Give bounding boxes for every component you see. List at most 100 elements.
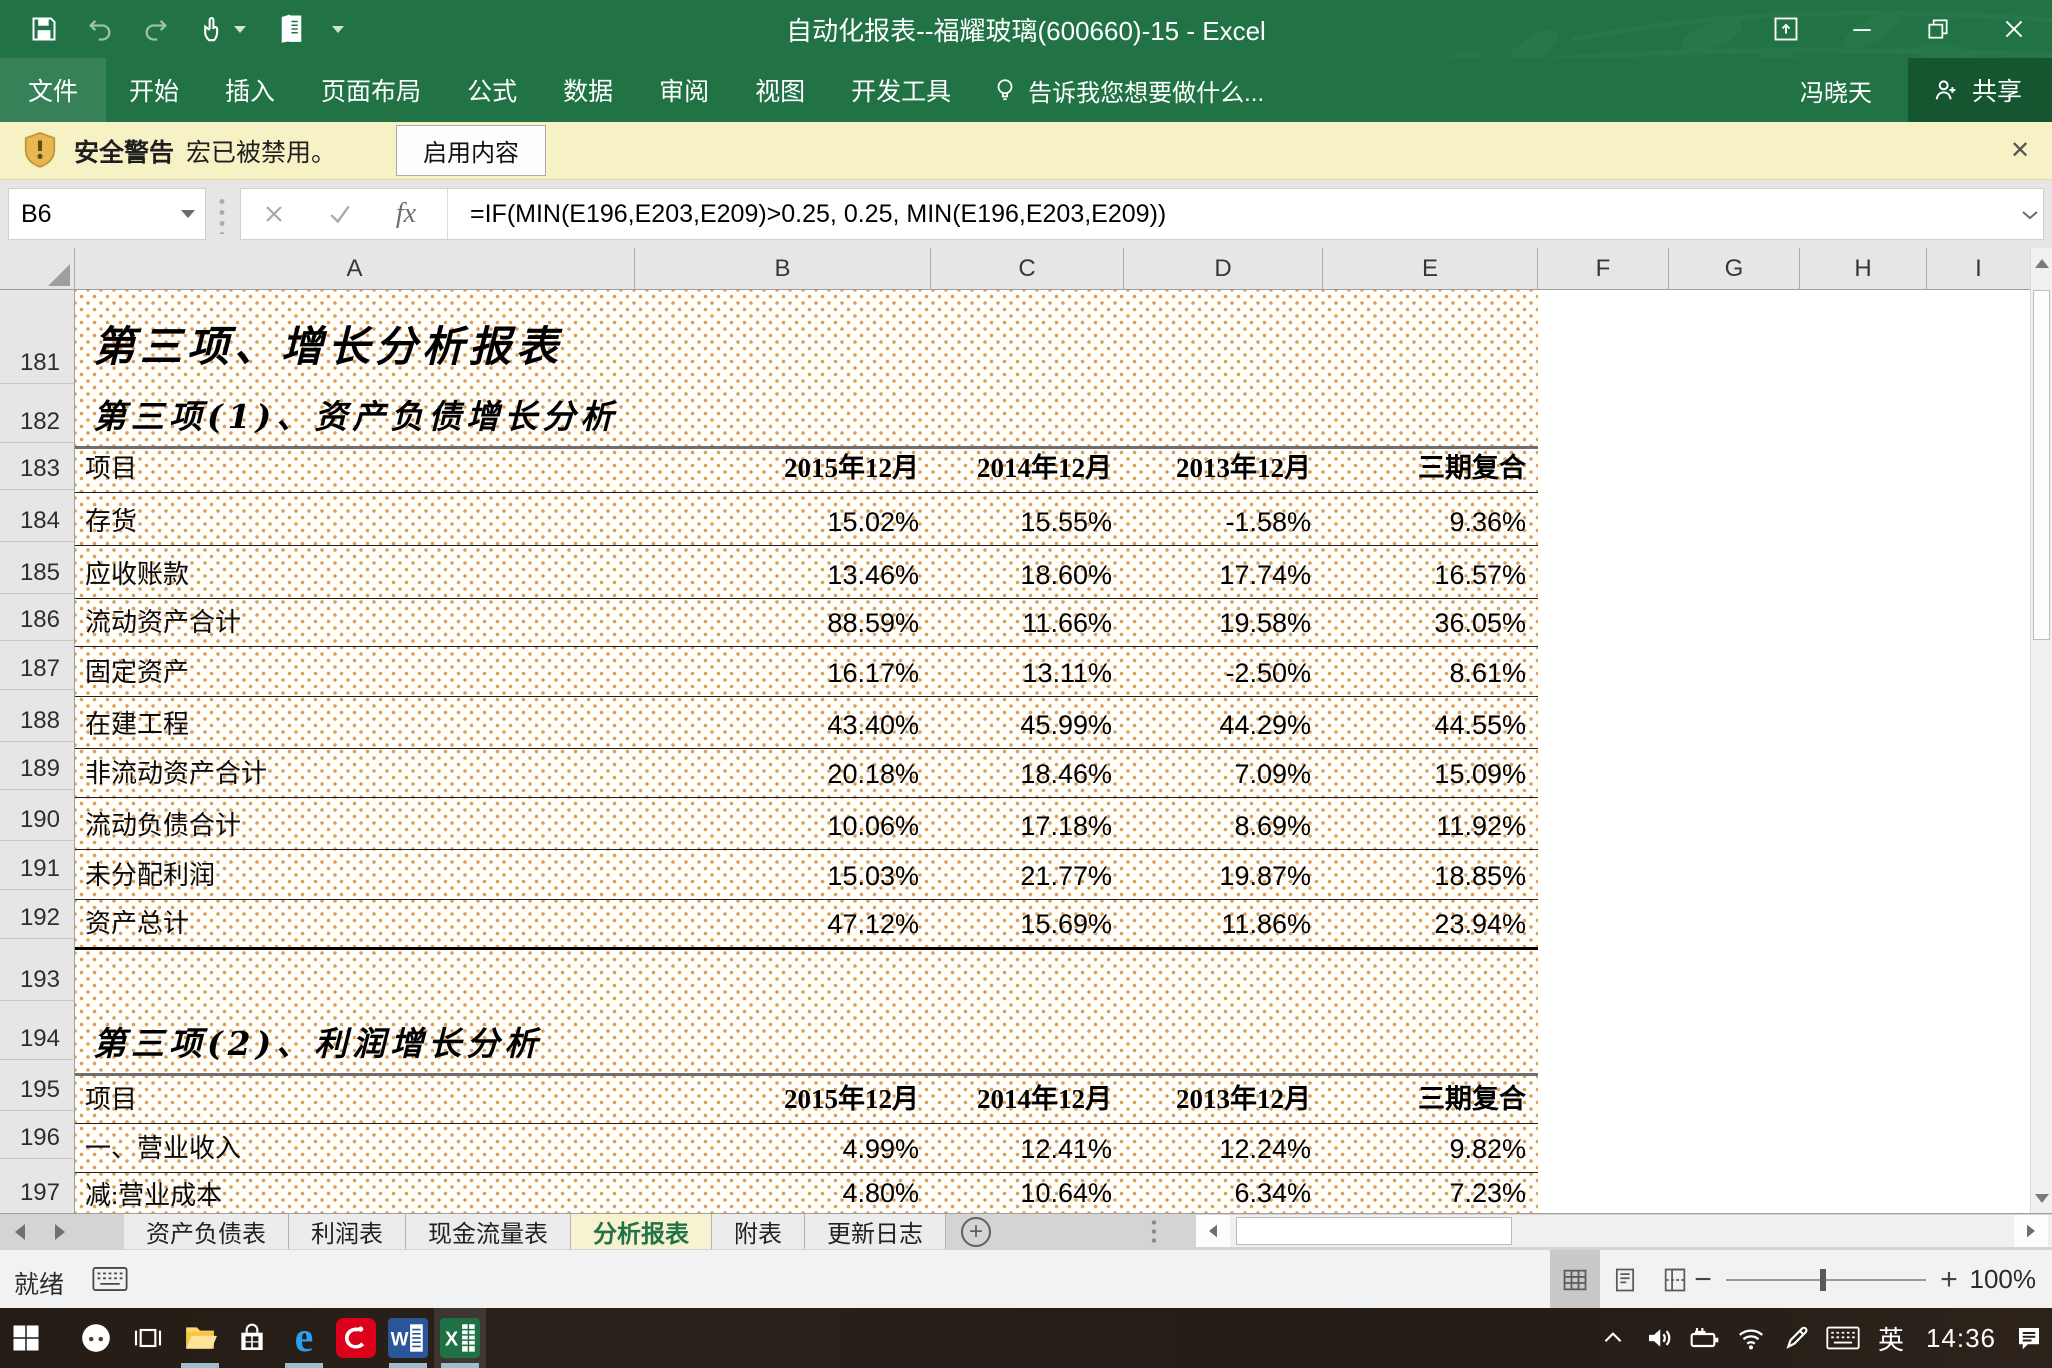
table-cell[interactable]: 20.18% xyxy=(635,749,931,797)
minimize-icon[interactable] xyxy=(1824,0,1900,58)
table-cell[interactable]: 88.59% xyxy=(635,599,931,646)
sheet-tab-balance[interactable]: 资产负债表 xyxy=(124,1214,289,1249)
column-header-a[interactable]: A xyxy=(75,248,635,290)
formula-text[interactable]: =IF(MIN(E196,E203,E209)>0.25, 0.25, MIN(… xyxy=(470,200,1166,229)
table-cell[interactable]: 资产总计 xyxy=(75,900,635,947)
row-header[interactable]: 195 xyxy=(0,1060,74,1110)
table-cell[interactable]: 2014年12月 xyxy=(931,449,1124,492)
table-cell[interactable]: 7.09% xyxy=(1124,749,1323,797)
task-view-icon[interactable] xyxy=(122,1308,174,1368)
table-cell[interactable]: 三期复合 xyxy=(1323,449,1538,492)
column-header-c[interactable]: C xyxy=(931,248,1124,290)
table-cell[interactable]: 45.99% xyxy=(931,697,1124,748)
worksheet-area[interactable]: 第三项、增长分析报表 第三项(1)、资产负债增长分析 项目 2015年12月 2… xyxy=(75,290,2030,1213)
table-cell[interactable]: 2013年12月 xyxy=(1124,449,1323,492)
scroll-right-icon[interactable] xyxy=(2014,1215,2048,1247)
row-header[interactable]: 194 xyxy=(0,1001,74,1060)
row-header[interactable]: 189 xyxy=(0,742,74,790)
table-cell[interactable]: 4.99% xyxy=(635,1124,931,1172)
table-cell[interactable]: 15.69% xyxy=(931,900,1124,947)
zoom-out-icon[interactable]: − xyxy=(1688,1263,1718,1297)
table-cell[interactable]: 15.02% xyxy=(635,493,931,545)
name-box[interactable]: B6 xyxy=(8,188,206,240)
sheet-tab-analysis[interactable]: 分析报表 xyxy=(571,1214,712,1249)
table-cell[interactable]: 三期复合 xyxy=(1323,1076,1538,1123)
table-cell[interactable]: 43.40% xyxy=(635,697,931,748)
table-cell[interactable]: 应收账款 xyxy=(75,546,635,598)
section2-subtitle[interactable]: 第三项(2)、利润增长分析 xyxy=(75,1013,542,1073)
qat-customize-icon[interactable] xyxy=(332,26,344,33)
zoom-slider-thumb[interactable] xyxy=(1820,1269,1826,1291)
tab-data[interactable]: 数据 xyxy=(540,58,636,122)
enter-check-icon[interactable] xyxy=(307,189,373,239)
row-header[interactable]: 184 xyxy=(0,490,74,542)
tab-page-layout[interactable]: 页面布局 xyxy=(298,58,444,122)
table-cell[interactable]: 存货 xyxy=(75,493,635,545)
table-cell[interactable]: 13.11% xyxy=(931,647,1124,696)
table-cell[interactable]: 16.57% xyxy=(1323,546,1538,598)
action-center-icon[interactable] xyxy=(2006,1308,2052,1368)
tab-scrollbar-splitter[interactable] xyxy=(1150,1218,1158,1244)
table-cell[interactable]: 13.46% xyxy=(635,546,931,598)
sheet-nav-prev-icon[interactable] xyxy=(0,1214,40,1249)
table-cell[interactable]: 流动负债合计 xyxy=(75,798,635,849)
redo-icon[interactable] xyxy=(142,15,170,43)
taskbar-clock[interactable]: 14:36 xyxy=(1916,1323,2006,1354)
close-icon[interactable] xyxy=(1976,0,2052,58)
row-header[interactable]: 187 xyxy=(0,641,74,690)
horizontal-scroll-thumb[interactable] xyxy=(1236,1217,1512,1245)
undo-icon[interactable] xyxy=(86,15,114,43)
tab-review[interactable]: 审阅 xyxy=(636,58,732,122)
table-cell[interactable]: 6.34% xyxy=(1124,1173,1323,1213)
row-header[interactable]: 197 xyxy=(0,1159,74,1213)
table-cell[interactable]: 流动资产合计 xyxy=(75,599,635,646)
row-header[interactable]: 186 xyxy=(0,594,74,641)
table-cell[interactable]: -2.50% xyxy=(1124,647,1323,696)
restore-icon[interactable] xyxy=(1900,0,1976,58)
column-header-h[interactable]: H xyxy=(1800,248,1927,290)
sheet-tab-cashflow[interactable]: 现金流量表 xyxy=(406,1214,571,1249)
table-cell[interactable]: 21.77% xyxy=(931,850,1124,899)
sheet-tab-appendix[interactable]: 附表 xyxy=(712,1214,805,1249)
column-header-d[interactable]: D xyxy=(1124,248,1323,290)
table-cell[interactable]: 10.06% xyxy=(635,798,931,849)
table-cell[interactable]: 11.92% xyxy=(1323,798,1538,849)
table-cell[interactable]: 非流动资产合计 xyxy=(75,749,635,797)
netease-music-icon[interactable] xyxy=(330,1308,382,1368)
zoom-level[interactable]: 100% xyxy=(1964,1264,2052,1295)
tab-view[interactable]: 视图 xyxy=(732,58,828,122)
table-cell[interactable]: 一、营业收入 xyxy=(75,1124,635,1172)
cancel-icon[interactable] xyxy=(241,189,307,239)
zoom-slider[interactable] xyxy=(1726,1279,1926,1281)
vertical-scrollbar[interactable] xyxy=(2030,248,2052,1213)
table-cell[interactable]: 44.29% xyxy=(1124,697,1323,748)
row-header[interactable]: 185 xyxy=(0,542,74,594)
row-header[interactable]: 182 xyxy=(0,384,74,443)
table-cell[interactable]: 2015年12月 xyxy=(635,1076,931,1123)
table-cell[interactable]: 未分配利润 xyxy=(75,850,635,899)
column-header-f[interactable]: F xyxy=(1538,248,1669,290)
table-cell[interactable]: 44.55% xyxy=(1323,697,1538,748)
save-icon[interactable] xyxy=(30,15,58,43)
table-cell[interactable]: 7.23% xyxy=(1323,1173,1538,1213)
row-header[interactable]: 183 xyxy=(0,443,74,489)
insert-function-icon[interactable]: fx xyxy=(373,189,439,239)
file-explorer-icon[interactable] xyxy=(174,1308,226,1368)
excel-icon[interactable]: X xyxy=(434,1308,486,1368)
section1-title[interactable]: 第三项、增长分析报表 xyxy=(75,290,563,386)
table-cell[interactable]: 在建工程 xyxy=(75,697,635,748)
share-button[interactable]: 共享 xyxy=(1908,58,2052,122)
table-cell[interactable]: 17.74% xyxy=(1124,546,1323,598)
enable-content-button[interactable]: 启用内容 xyxy=(396,125,546,176)
table-cell[interactable]: 36.05% xyxy=(1323,599,1538,646)
ribbon-display-options-icon[interactable] xyxy=(1748,0,1824,58)
table-cell[interactable]: 18.46% xyxy=(931,749,1124,797)
table-cell[interactable]: 18.85% xyxy=(1323,850,1538,899)
column-header-b[interactable]: B xyxy=(635,248,931,290)
table-cell[interactable]: 11.86% xyxy=(1124,900,1323,947)
table-cell[interactable]: 项目 xyxy=(75,449,635,492)
tray-chevron-icon[interactable] xyxy=(1590,1308,1636,1368)
table-cell[interactable]: 15.03% xyxy=(635,850,931,899)
wifi-icon[interactable] xyxy=(1728,1308,1774,1368)
sheet-nav-next-icon[interactable] xyxy=(40,1214,80,1249)
